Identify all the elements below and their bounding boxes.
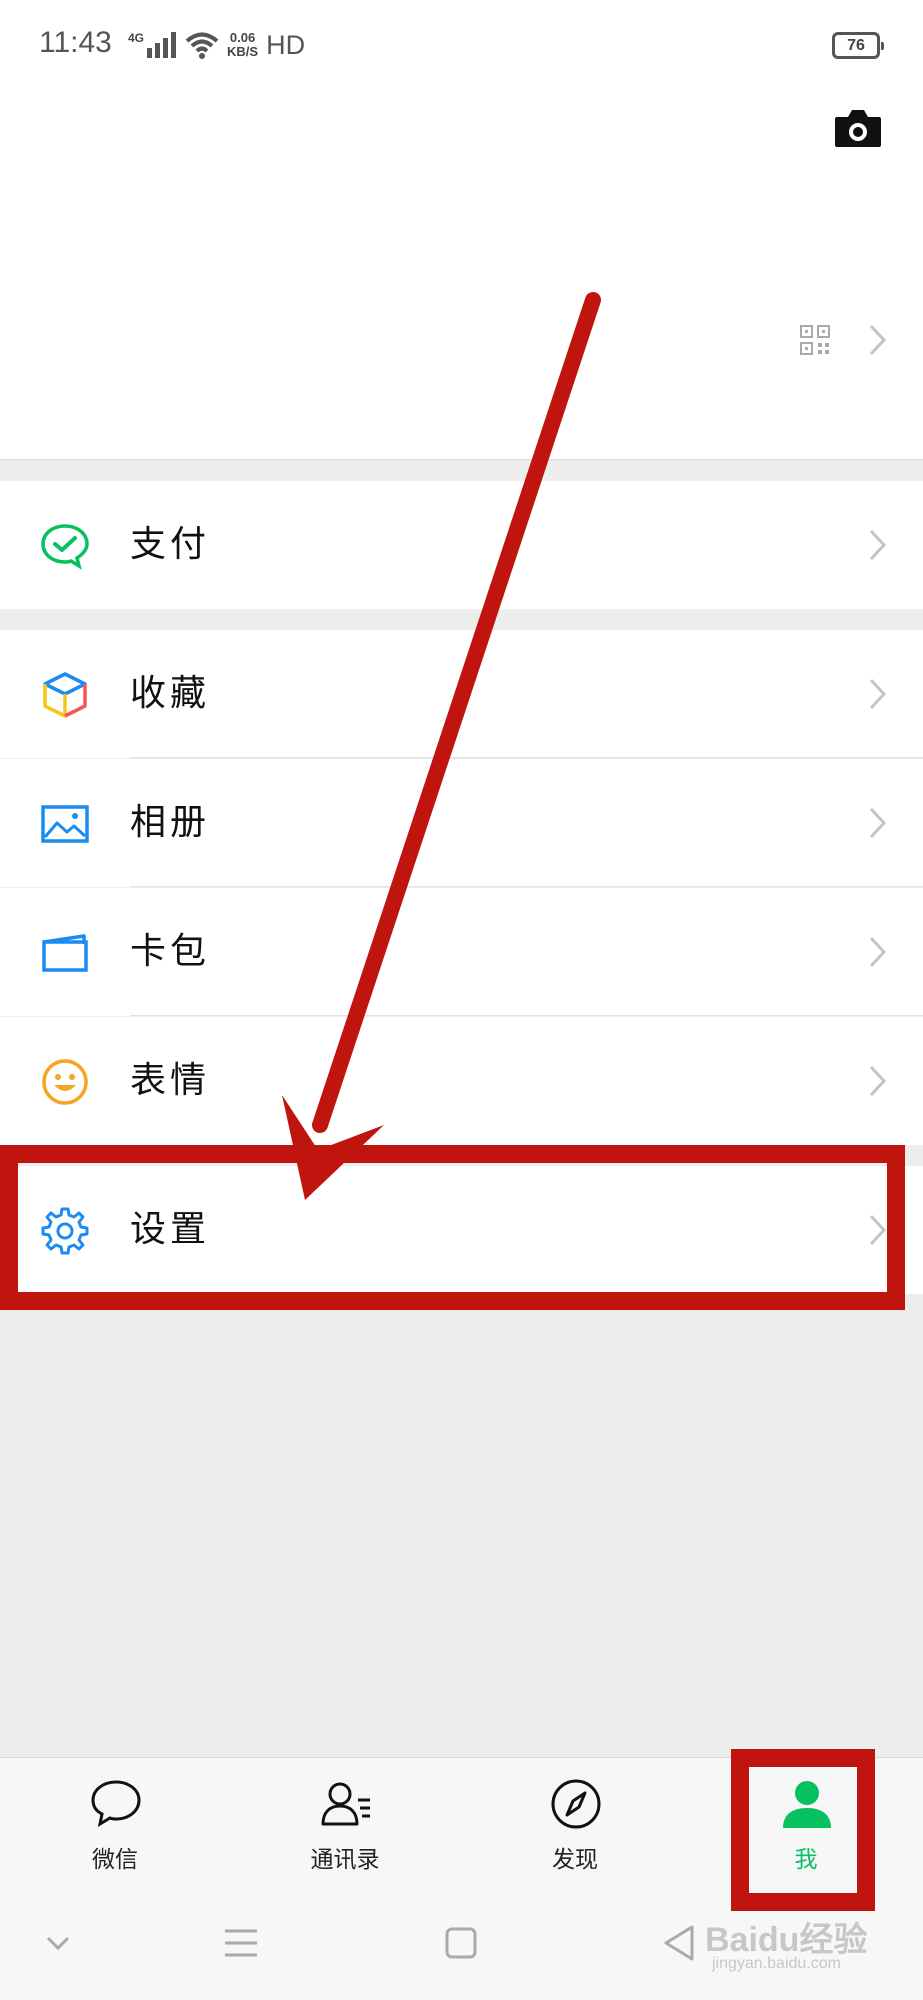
hd-indicator: HD [266,29,306,60]
chevron-down-icon[interactable] [38,1923,78,1963]
menu-item-favorites[interactable]: 收藏 [0,630,923,758]
menu-item-pay[interactable]: 支付 [0,481,923,609]
album-icon [41,805,89,843]
gear-icon [41,1207,89,1255]
tab-chats[interactable]: 微信 [35,1758,195,1886]
person-icon [783,1781,831,1828]
chevron-right-icon [869,1214,887,1246]
menu-label-favorites: 收藏 [130,673,211,714]
status-bar: 11:43 4G 0.06 KB/S HD 76 [0,0,923,90]
camera-icon[interactable] [833,105,883,151]
smiley-icon [42,1059,88,1105]
speed-value: 0.06 [229,30,256,45]
menu-label-settings: 设置 [130,1209,211,1250]
menu-item-settings[interactable]: 设置 [0,1166,923,1294]
tab-me[interactable]: 我 [726,1758,886,1886]
home-icon[interactable] [441,1923,481,1963]
menu-label-stickers: 表情 [130,1060,211,1101]
tab-contacts[interactable]: 通讯录 [265,1758,425,1886]
chevron-right-icon [869,936,887,968]
menu-item-album[interactable]: 相册 [0,759,923,887]
profile-header[interactable] [0,90,923,460]
network-speed: 0.06 KB/S [227,31,258,59]
qr-code-icon[interactable] [800,325,830,355]
bottom-tab-bar: 微信 通讯录 发现 我 [0,1757,923,1885]
divider [130,757,923,758]
compass-icon [551,1779,601,1829]
chevron-right-icon [869,324,887,356]
speed-unit: KB/S [227,44,259,59]
menu-label-album: 相册 [130,802,211,843]
network-type: 4G [128,31,145,45]
chevron-right-icon [869,807,887,839]
divider [130,886,923,887]
cube-icon [43,672,87,718]
back-icon[interactable] [660,1923,700,1963]
chevron-right-icon [869,678,887,710]
tab-discover[interactable]: 发现 [495,1758,655,1886]
wechat-pay-icon [41,524,89,570]
card-wallet-icon [42,934,88,972]
chat-bubble-icon [91,1780,141,1828]
menu-label-cards: 卡包 [130,931,211,972]
status-time: 11:43 [39,26,112,59]
menu-label-pay: 支付 [130,524,211,565]
chevron-right-icon [869,1065,887,1097]
tab-label: 发现 [552,1847,598,1873]
tab-label: 微信 [92,1847,138,1873]
chevron-right-icon [869,529,887,561]
menu-item-stickers[interactable]: 表情 [0,1017,923,1145]
battery-icon: 76 [832,32,884,59]
tab-label: 我 [794,1847,818,1873]
menu-item-cards[interactable]: 卡包 [0,888,923,1016]
system-nav-bar [0,1885,923,2000]
divider [130,1015,923,1016]
wifi-icon [185,32,219,59]
cell-signal-icon: 4G [128,32,177,58]
tab-label: 通讯录 [310,1847,380,1873]
menu-icon[interactable] [221,1923,261,1963]
contacts-icon [321,1782,370,1826]
status-icons: 4G 0.06 KB/S HD [128,28,305,62]
